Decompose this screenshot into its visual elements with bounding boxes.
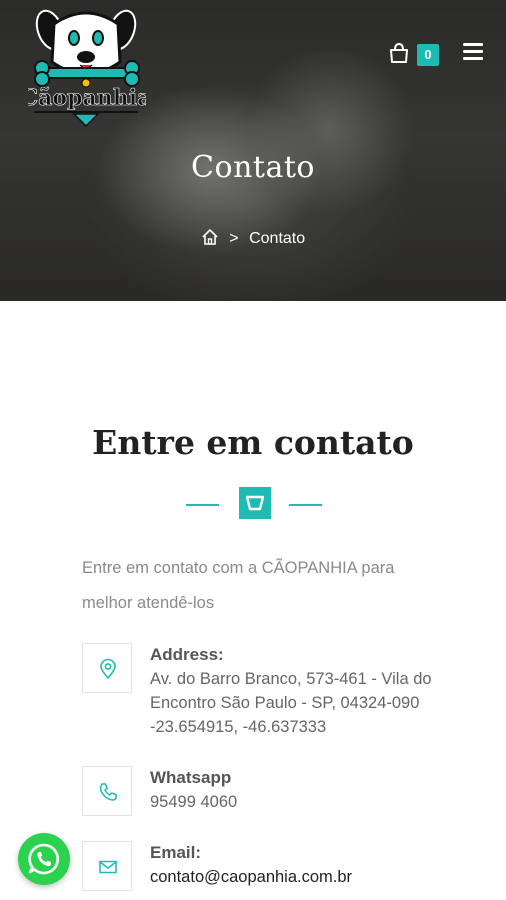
section-title: Entre em contato (92, 423, 414, 462)
divider-line-left (186, 504, 219, 506)
contact-email: Email: contato@caopanhia.com.br (82, 841, 462, 895)
breadcrumb: > Contato (0, 228, 506, 248)
location-icon (100, 658, 116, 680)
logo-text: Cãopanhia (28, 85, 146, 111)
bowl-icon (245, 495, 265, 511)
title-divider (186, 487, 322, 519)
site-logo[interactable]: Cãopanhia (20, 2, 152, 130)
cart-button[interactable]: 0 (388, 40, 444, 68)
cart-icon (390, 42, 408, 63)
mail-icon (99, 860, 117, 874)
email-icon-box (82, 841, 132, 891)
hero-banner: Cãopanhia 0 Contato > Contato (0, 0, 506, 301)
divider-line-right (289, 504, 322, 506)
phone-icon (99, 783, 117, 801)
contact-whatsapp: Whatsapp 95499 4060 (82, 766, 462, 820)
page-title: Contato (191, 150, 315, 185)
menu-icon[interactable] (463, 43, 483, 61)
divider-badge (239, 487, 271, 519)
whatsapp-label: Whatsapp (150, 768, 232, 787)
contact-address: Address: Av. do Barro Branco, 573-461 - … (82, 643, 462, 753)
whatsapp-icon (28, 843, 60, 875)
address-icon-box (82, 643, 132, 693)
whatsapp-value[interactable]: 95499 4060 (150, 790, 450, 814)
email-label: Email: (150, 843, 202, 862)
whatsapp-icon-box (82, 766, 132, 816)
breadcrumb-current: Contato (249, 230, 306, 247)
address-label: Address: (150, 645, 224, 664)
address-value: Av. do Barro Branco, 573-461 - Vila do E… (150, 670, 432, 736)
email-value[interactable]: contato@caopanhia.com.br (150, 865, 450, 889)
logo-dog-icon: Cãopanhia (20, 9, 152, 128)
intro-text: Entre em contato com a CÃOPANHIA para me… (82, 559, 395, 612)
cart-count-badge: 0 (417, 44, 439, 66)
home-icon[interactable] (201, 228, 219, 246)
whatsapp-chat-button[interactable] (18, 833, 70, 885)
breadcrumb-separator: > (229, 230, 239, 247)
